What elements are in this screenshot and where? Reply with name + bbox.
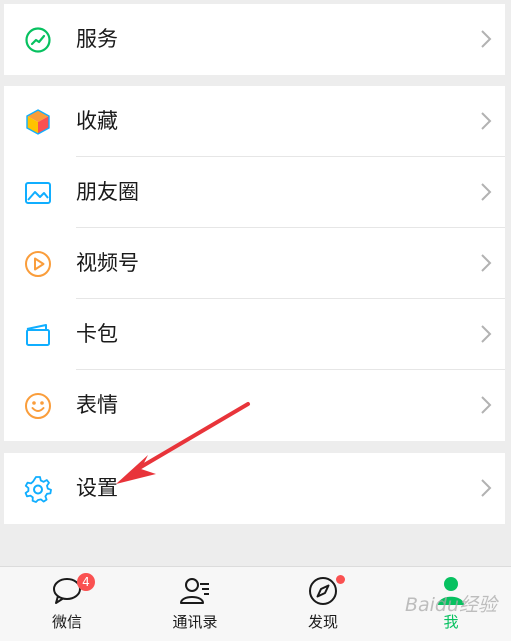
- services-icon: [25, 27, 51, 53]
- menu-item-moments[interactable]: 朋友圈: [4, 157, 505, 228]
- chevron-right-icon: [481, 325, 492, 343]
- tab-chats[interactable]: 4 微信: [27, 567, 107, 641]
- gear-icon: [24, 476, 52, 503]
- menu-item-moments-label: 朋友圈: [76, 180, 139, 204]
- tab-discover[interactable]: 发现: [283, 567, 363, 641]
- features-group: 收藏 朋友圈 视频号 卡包 表情: [4, 86, 505, 441]
- chevron-right-icon: [481, 112, 492, 130]
- wallet-icon: [26, 324, 50, 346]
- chevron-right-icon: [481, 396, 492, 414]
- unread-badge: 4: [77, 573, 95, 591]
- menu-item-stickers[interactable]: 表情: [4, 370, 505, 441]
- tab-contacts[interactable]: 通讯录: [155, 567, 235, 641]
- menu-item-channels-label: 视频号: [76, 251, 139, 275]
- play-circle-icon: [25, 251, 51, 277]
- menu-item-favorites[interactable]: 收藏: [4, 86, 505, 157]
- menu-item-cards[interactable]: 卡包: [4, 299, 505, 370]
- menu-item-services-label: 服务: [76, 27, 118, 51]
- menu-item-channels[interactable]: 视频号: [4, 228, 505, 299]
- tab-contacts-label: 通讯录: [172, 613, 218, 631]
- menu-item-settings-label: 设置: [76, 476, 118, 500]
- new-content-dot: [336, 575, 345, 584]
- contacts-icon: [180, 578, 209, 604]
- settings-group: 设置: [4, 453, 505, 524]
- smile-icon: [25, 393, 51, 419]
- tab-chats-label: 微信: [51, 613, 82, 631]
- chevron-right-icon: [481, 479, 492, 497]
- watermark: Baidu经验: [404, 594, 497, 616]
- menu-item-services[interactable]: 服务: [4, 4, 505, 75]
- chevron-right-icon: [481, 30, 492, 48]
- cube-icon: [26, 109, 50, 135]
- menu-item-favorites-label: 收藏: [76, 109, 118, 133]
- services-group: 服务: [4, 4, 505, 75]
- tab-discover-label: 发现: [307, 613, 338, 631]
- chevron-right-icon: [481, 183, 492, 201]
- compass-icon: [309, 577, 337, 605]
- picture-icon: [25, 182, 51, 204]
- menu-item-settings[interactable]: 设置: [4, 453, 505, 524]
- menu-item-cards-label: 卡包: [76, 322, 118, 346]
- chevron-right-icon: [481, 254, 492, 272]
- menu-item-stickers-label: 表情: [76, 393, 118, 417]
